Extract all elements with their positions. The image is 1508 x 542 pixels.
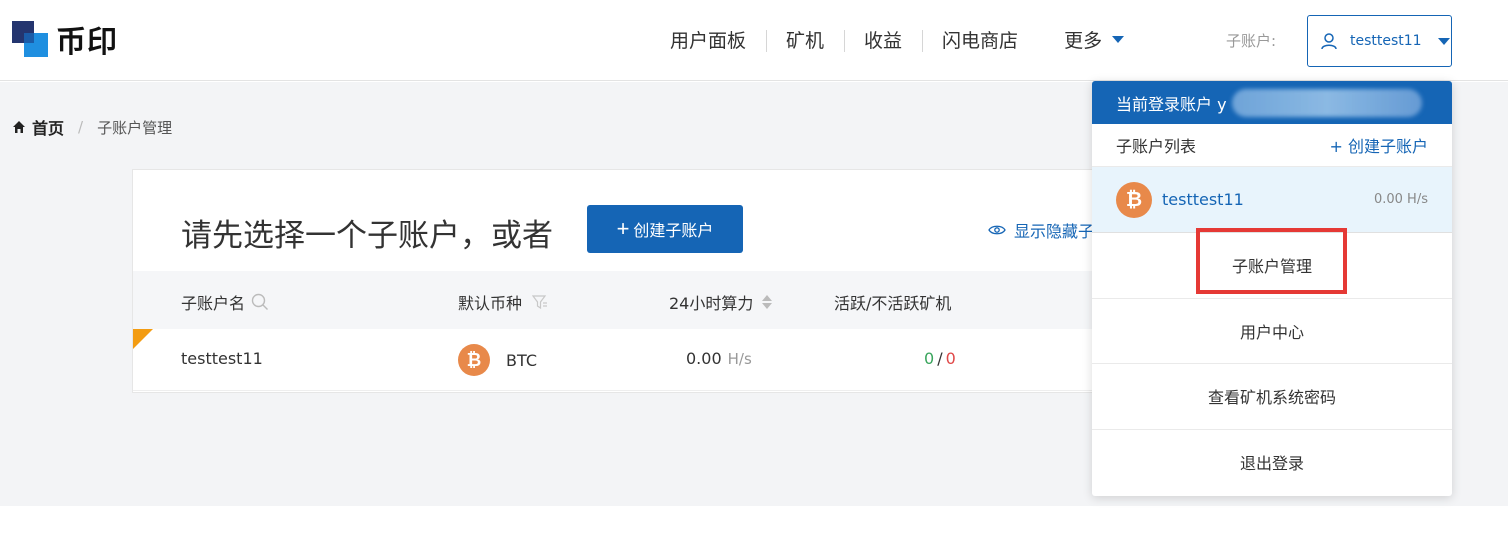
main-nav: 用户面板 矿机 收益 闪电商店 更多 bbox=[650, 22, 1144, 56]
sort-icon[interactable] bbox=[761, 294, 773, 310]
cell-miners: 0 / 0 bbox=[924, 349, 956, 368]
cell-hashrate: 0.00 H/s bbox=[686, 349, 752, 368]
menu-item-user-center[interactable]: 用户中心 bbox=[1092, 299, 1452, 364]
caret-down-icon bbox=[1437, 37, 1450, 45]
create-button-label: 创建子账户 bbox=[633, 223, 714, 240]
nav-item-miners[interactable]: 矿机 bbox=[766, 26, 844, 53]
breadcrumb-home[interactable]: 首页 bbox=[32, 115, 64, 139]
site-logo[interactable]: 币印 bbox=[12, 20, 118, 60]
col-header-hashrate: 24小时算力 bbox=[669, 290, 773, 314]
selected-corner-marker bbox=[133, 329, 153, 349]
nav-item-lightning-store[interactable]: 闪电商店 bbox=[922, 26, 1038, 53]
dropdown-account-hashrate: 0.00 H/s bbox=[1373, 192, 1428, 207]
cell-miners-separator: / bbox=[937, 349, 943, 368]
cell-hashrate-value: 0.00 bbox=[686, 349, 722, 368]
dropdown-header: 当前登录账户 y bbox=[1092, 81, 1452, 124]
caret-down-icon bbox=[1112, 35, 1125, 43]
breadcrumb-separator: / bbox=[78, 118, 84, 136]
create-sub-account-button[interactable]: + 创建子账户 bbox=[587, 205, 743, 253]
cell-coin-label: BTC bbox=[506, 350, 537, 370]
current-login-account: 当前登录账户 y bbox=[1116, 94, 1227, 114]
cell-coin: ₿ BTC bbox=[458, 344, 537, 376]
col-header-miners: 活跃/不活跃矿机 bbox=[834, 290, 951, 314]
cell-inactive-miners: 0 bbox=[945, 349, 956, 368]
home-icon bbox=[13, 121, 25, 133]
nav-more-label: 更多 bbox=[1064, 29, 1103, 52]
user-icon bbox=[1321, 33, 1337, 50]
menu-item-logout[interactable]: 退出登录 bbox=[1092, 430, 1452, 496]
show-hidden-toggle[interactable]: 显示隐藏子 bbox=[988, 218, 1094, 242]
top-header: 币印 用户面板 矿机 收益 闪电商店 更多 子账户: testtest11 bbox=[0, 0, 1508, 81]
redacted-mask bbox=[1232, 89, 1422, 117]
col-header-name-label: 子账户名 bbox=[181, 294, 246, 313]
dropdown-account-item[interactable]: ₿ testtest11 0.00 H/s bbox=[1092, 167, 1452, 233]
col-header-coin: 默认币种 bbox=[458, 290, 548, 314]
page-title: 请先选择一个子账户，或者 bbox=[181, 218, 553, 254]
col-header-miners-label: 活跃/不活跃矿机 bbox=[834, 294, 952, 313]
search-icon[interactable] bbox=[251, 293, 269, 311]
plus-icon: + bbox=[616, 216, 630, 241]
filter-icon[interactable] bbox=[532, 294, 548, 310]
nav-item-dashboard[interactable]: 用户面板 bbox=[650, 26, 766, 53]
table-header: 子账户名 默认币种 24小时算力 活跃/不活跃矿机 bbox=[133, 271, 1131, 329]
nav-item-more[interactable]: 更多 bbox=[1044, 26, 1144, 53]
logo-mark-icon bbox=[12, 21, 48, 57]
table-row[interactable]: testtest11 ₿ BTC 0.00 H/s 0 / 0 bbox=[133, 329, 1131, 391]
logo-text: 币印 bbox=[56, 25, 118, 60]
account-switcher-button[interactable]: testtest11 bbox=[1307, 15, 1452, 67]
current-account-name: testtest11 bbox=[1350, 33, 1422, 49]
breadcrumb: 首页 / 子账户管理 bbox=[12, 115, 172, 139]
menu-item-miner-password[interactable]: 查看矿机系统密码 bbox=[1092, 364, 1452, 430]
dropdown-create-sub-account-link[interactable]: + 创建子账户 bbox=[1330, 133, 1429, 157]
dropdown-account-name: testtest11 bbox=[1162, 190, 1244, 209]
btc-icon: ₿ bbox=[458, 344, 490, 376]
sub-account-card: 请先选择一个子账户，或者 + 创建子账户 显示隐藏子 子账户名 默认币种 24小… bbox=[132, 169, 1132, 393]
breadcrumb-current: 子账户管理 bbox=[97, 118, 173, 137]
col-header-name: 子账户名 bbox=[181, 290, 269, 314]
nav-item-earnings[interactable]: 收益 bbox=[844, 26, 922, 53]
sub-account-label: 子账户: bbox=[1226, 32, 1277, 50]
sub-account-list-header: 子账户列表 + 创建子账户 bbox=[1092, 124, 1452, 167]
cell-active-miners: 0 bbox=[924, 349, 935, 368]
sub-account-list-title: 子账户列表 bbox=[1116, 137, 1197, 156]
btc-icon: ₿ bbox=[1116, 181, 1152, 218]
cell-account-name: testtest11 bbox=[181, 349, 263, 368]
col-header-hashrate-label: 24小时算力 bbox=[669, 294, 754, 313]
cell-hashrate-unit: H/s bbox=[727, 349, 752, 368]
show-hidden-label: 显示隐藏子 bbox=[1014, 222, 1095, 241]
menu-item-sub-account-management[interactable]: 子账户管理 bbox=[1092, 233, 1452, 299]
account-dropdown-menu: 当前登录账户 y 子账户列表 + 创建子账户 ₿ testtest11 0.00… bbox=[1092, 81, 1452, 496]
eye-icon bbox=[988, 225, 1006, 235]
col-header-coin-label: 默认币种 bbox=[458, 294, 523, 313]
